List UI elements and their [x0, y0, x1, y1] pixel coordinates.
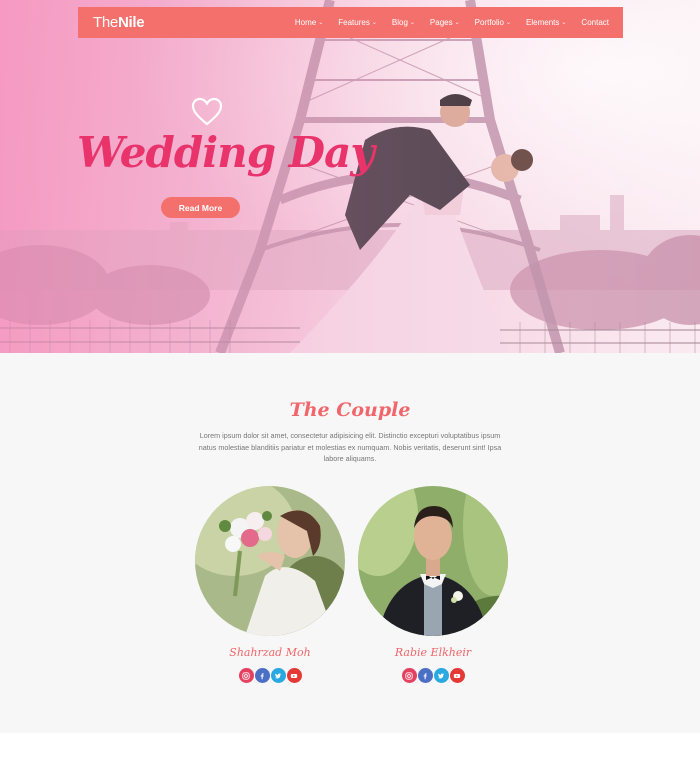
chevron-down-icon: ⌄ [318, 20, 324, 26]
nav-item-label: Contact [581, 18, 609, 27]
nav-item-blog[interactable]: Blog ⌄ [392, 18, 415, 27]
site-logo[interactable]: TheNile [93, 14, 145, 31]
nav-item-label: Blog [391, 18, 408, 27]
nav-item-elements[interactable]: Elements ⌄ [526, 18, 566, 27]
groom-name: Rabie Elkheir [394, 646, 472, 659]
page-bottom-spacer [0, 733, 700, 760]
nav-item-home[interactable]: Home ⌄ [295, 18, 323, 27]
nav-item-label: Features [338, 18, 370, 27]
facebook-icon[interactable] [254, 668, 270, 683]
heart-icon [191, 97, 223, 126]
youtube-icon[interactable] [286, 668, 302, 683]
hero-banner: TheNile Home ⌄ Features ⌄ Blog ⌄ Pages ⌄ Por… [0, 0, 700, 353]
nav-item-label: Pages [429, 18, 453, 27]
bride-name: Shahrzad Moh [229, 646, 311, 659]
chevron-down-icon: ⌄ [371, 20, 377, 26]
twitter-icon[interactable] [433, 668, 449, 683]
instagram-icon[interactable] [238, 668, 254, 683]
main-navbar: TheNile Home ⌄ Features ⌄ Blog ⌄ Pages ⌄ Por… [78, 7, 623, 38]
nav-item-contact[interactable]: Contact [581, 18, 609, 27]
groom-photo [358, 486, 508, 636]
logo-light-text: The [93, 14, 118, 31]
facebook-icon[interactable] [417, 668, 433, 683]
nav-item-portfolio[interactable]: Portfolio ⌄ [475, 18, 511, 27]
nav-menu: Home ⌄ Features ⌄ Blog ⌄ Pages ⌄ Portfolio ⌄ … [280, 18, 609, 27]
youtube-icon[interactable] [449, 668, 465, 683]
chevron-down-icon: ⌄ [561, 20, 567, 26]
bride-photo [195, 486, 345, 636]
nav-item-features[interactable]: Features ⌄ [338, 18, 377, 27]
chevron-down-icon: ⌄ [454, 20, 460, 26]
nav-item-label: Elements [526, 18, 560, 27]
chevron-down-icon: ⌄ [409, 20, 415, 26]
hero-title: Wedding Day [77, 128, 375, 177]
read-more-button[interactable]: Read More [161, 197, 240, 218]
nav-item-label: Home [294, 18, 317, 27]
section-description: Lorem ipsum dolor sit amet, consectetur … [198, 431, 502, 463]
couple-section: The Couple Lorem ipsum dolor sit amet, c… [0, 353, 700, 733]
twitter-icon[interactable] [270, 668, 286, 683]
chevron-down-icon: ⌄ [506, 20, 512, 26]
section-title: The Couple [289, 399, 411, 421]
nav-item-pages[interactable]: Pages ⌄ [430, 18, 460, 27]
bride-social-links [195, 668, 345, 683]
groom-social-links [358, 668, 508, 683]
logo-bold-text: Nile [117, 14, 145, 31]
nav-item-label: Portfolio [474, 18, 504, 27]
instagram-icon[interactable] [401, 668, 417, 683]
